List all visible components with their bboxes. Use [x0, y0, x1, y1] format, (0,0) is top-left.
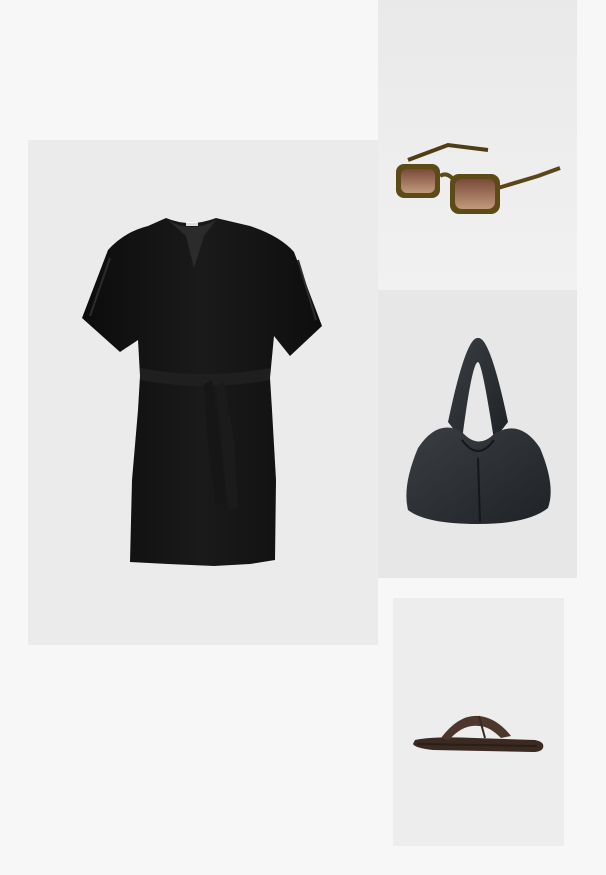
sandal-image: [413, 715, 544, 752]
sunglasses-lens-right: [455, 179, 495, 209]
dress-label-tag: [186, 222, 198, 226]
bag-tile[interactable]: [378, 290, 577, 578]
dress-tile[interactable]: [28, 140, 378, 645]
bag-handle: [448, 337, 508, 440]
outfit-collage: [0, 0, 606, 875]
sunglasses-tile[interactable]: [378, 0, 577, 290]
dress-image: [82, 218, 322, 566]
sunglasses-lens-left: [401, 169, 435, 193]
dress-body: [82, 218, 322, 566]
sandal-tile[interactable]: [393, 598, 564, 846]
bag-image: [406, 337, 551, 524]
sandal-strap: [441, 715, 511, 740]
sunglasses-image: [378, 0, 577, 290]
